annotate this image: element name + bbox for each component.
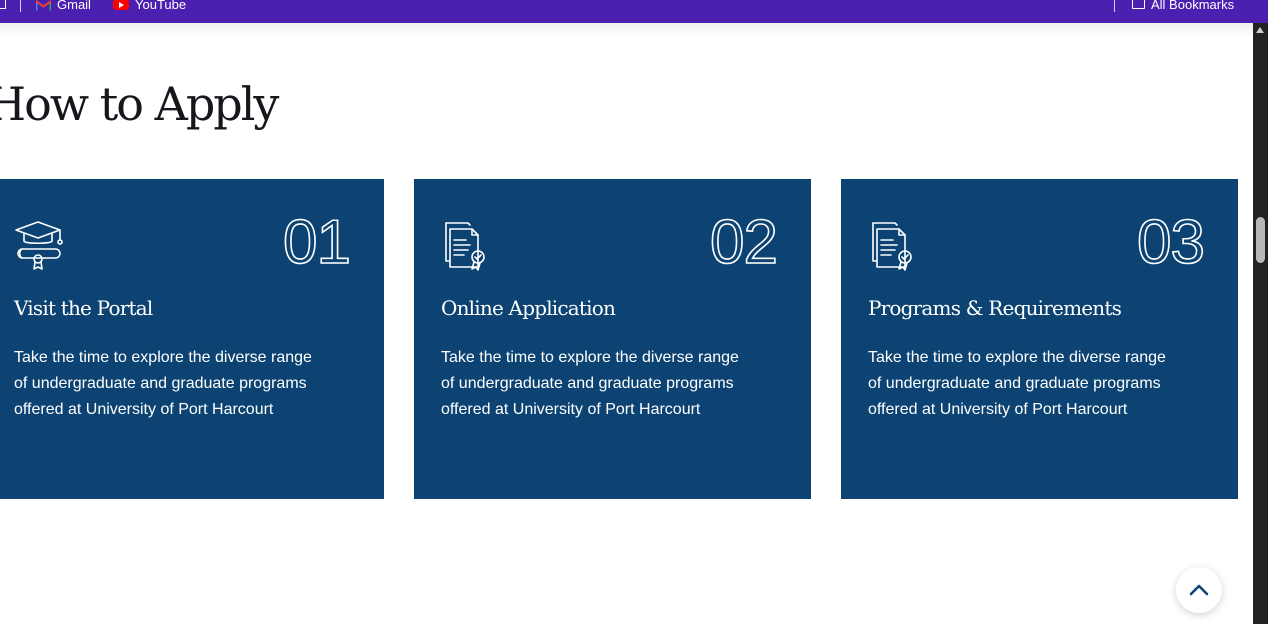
- bookmark-gmail[interactable]: Gmail: [35, 0, 91, 13]
- gmail-icon: [35, 0, 52, 10]
- chevron-up-icon: [1189, 584, 1209, 596]
- card-title: Visit the Portal: [14, 296, 153, 320]
- bookmarks-separator: [1114, 0, 1115, 12]
- section-title: How to Apply: [0, 77, 279, 131]
- header-shadow: [0, 23, 1253, 37]
- graduation-cap-diploma-icon: [15, 221, 63, 270]
- certificate-document-icon: [872, 222, 912, 271]
- apps-icon[interactable]: [0, 0, 6, 9]
- apply-step-card: 01 Visit the Portal Take the time to exp…: [0, 179, 384, 499]
- card-title: Programs & Requirements: [868, 296, 1122, 320]
- bookmark-youtube[interactable]: YouTube: [113, 0, 186, 13]
- bookmark-label: Gmail: [57, 0, 91, 12]
- page-content: How to Apply 01 Visit the Portal Take th…: [0, 23, 1253, 624]
- folder-icon: [1132, 0, 1145, 9]
- step-number: 02: [709, 207, 779, 278]
- back-to-top-button[interactable]: [1176, 567, 1222, 613]
- card-description: Take the time to explore the diverse ran…: [868, 349, 1166, 418]
- apply-step-card: 02 Online Application Take the time to e…: [414, 179, 811, 499]
- certificate-document-icon: [445, 222, 485, 271]
- step-number: 01: [282, 207, 352, 278]
- card-description: Take the time to explore the diverse ran…: [441, 349, 739, 418]
- bookmark-label: YouTube: [135, 0, 187, 12]
- all-bookmarks-label: All Bookmarks: [1151, 0, 1235, 12]
- step-number: 03: [1136, 207, 1206, 278]
- scrollbar-thumb[interactable]: [1256, 217, 1265, 263]
- all-bookmarks-button[interactable]: All Bookmarks: [1132, 0, 1234, 13]
- card-title: Online Application: [441, 296, 616, 320]
- card-description: Take the time to explore the diverse ran…: [14, 349, 312, 418]
- scroll-up-arrow-icon[interactable]: [1256, 27, 1264, 33]
- bookmarks-separator: [20, 0, 21, 12]
- apply-step-card: 03 Programs & Requirements Take the time…: [841, 179, 1238, 499]
- youtube-icon: [113, 0, 129, 10]
- bookmarks-bar: Gmail YouTube All Bookmarks: [0, 0, 1268, 23]
- page-scrollbar[interactable]: [1253, 23, 1268, 624]
